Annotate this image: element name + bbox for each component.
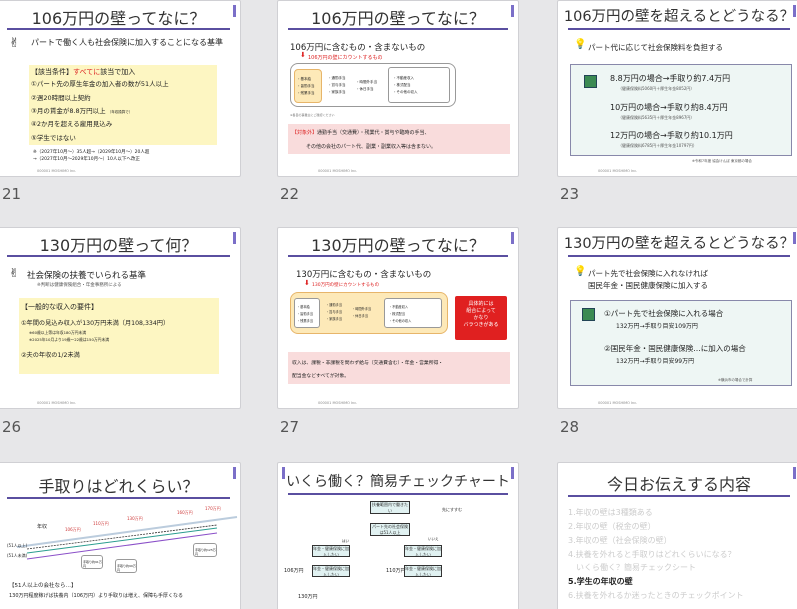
takehome-box: 手取り約91万円	[81, 555, 103, 569]
other-income-box: ・不動産収入 ・株式配当 ・その他の収入	[388, 67, 450, 103]
source-note: ※横浜市の場合で計算	[718, 378, 753, 382]
requirement-item: ②夫の年収の1/2未満	[21, 352, 80, 359]
flow-node: 年金・健康保険に加入したい	[312, 565, 350, 577]
title-underline	[568, 28, 790, 30]
slide-title: 130万円の壁を超えるとどうなる？	[563, 236, 795, 252]
count-label: 106万円の壁にカウントするもの	[308, 55, 383, 61]
slide-title: 手取りはどれくらい？	[38, 477, 199, 496]
lightbulb-icon: 💡	[574, 266, 587, 277]
excluded-text: 【対象外】通勤手当（交通費）・残業代・賞与や臨時の手当、	[292, 130, 430, 136]
excluded-text: その他の会社のパート代、副業・副業収入等は含まない。	[306, 144, 437, 150]
title-underline	[288, 255, 508, 257]
flow-node: 扶養範囲内で働きたい	[370, 501, 410, 514]
small-note: ※各自の事業主にご確認ください	[290, 113, 335, 117]
title-underline	[568, 495, 790, 497]
other-income-box: ・不動産収入 ・株式配当 ・その他の収入	[384, 298, 442, 328]
slide-number: 27	[280, 418, 300, 436]
lightbulb-icon: 💡	[574, 39, 587, 50]
slide-number: 26	[2, 418, 22, 436]
red-arrow-icon: ⬇	[304, 279, 310, 287]
included-items: ・基本給 ・皆勤手当 ・残業手当	[294, 69, 322, 103]
title-underline	[7, 497, 230, 499]
slide-title: 今日お伝えする内容	[606, 475, 751, 494]
requirement-item: ①年間の見込み収入が130万円未満（月108,334円）	[21, 320, 170, 327]
slide-footer: 000001 MOSHIMO Inc.	[318, 401, 358, 405]
slide-thumbnail-22[interactable]: 106万円の壁ってなに？ 106万円に含むもの・含まないもの ⬇ 106万円の壁…	[277, 0, 519, 177]
slide-heading: パート代に応じて社会保険料を負担する	[588, 43, 723, 52]
agenda-item: 1.年収の壁は3種類ある	[568, 508, 653, 517]
series-line	[26, 532, 218, 560]
title-underline	[288, 493, 508, 495]
slide-thumbnail-agenda[interactable]: 今日お伝えする内容 1.年収の壁は3種類ある 2.年収の壁（税金の壁） 3.年収…	[557, 462, 797, 609]
slide-heading-2: 国民年金・国民健康保険に加入する	[588, 281, 708, 290]
slide-title: 106万円の壁ってなに？	[311, 9, 485, 28]
title-underline	[568, 255, 790, 257]
slide-title: 130万円の壁ってなに？	[311, 236, 485, 255]
takehome-box: 手取り約99万円	[115, 559, 137, 573]
condition-item: ①パート先の厚生年金の加入者の数が51人以上	[31, 80, 169, 88]
slide-footer: 000001 MOSHIMO Inc.	[598, 401, 638, 405]
slide-thumbnail-28[interactable]: 130万円の壁を超えるとどうなる？ 💡 パート先で社会保険に入れなければ 国民年…	[557, 227, 797, 409]
slide-number: 23	[560, 185, 580, 203]
conditions-label: 【該当条件】すべてに該当で加入	[31, 68, 136, 76]
calculator-icon	[584, 75, 597, 88]
slide-thumbnail-checkchart[interactable]: いくら働く？簡易チェックチャート 扶養範囲内で働きたい 先にすすむ パート先の社…	[277, 462, 519, 609]
slide-number: 22	[280, 185, 300, 203]
condition-item: ④2か月を超える雇用見込み	[31, 120, 113, 128]
slide-title: 106万円の壁ってなに？	[31, 9, 206, 28]
slide-title: いくら働く？簡易チェックチャート	[286, 474, 510, 490]
varies-warning: 具体的には 組合によって かなり バラつきがある	[455, 296, 507, 340]
slide-heading: 130万円に含むもの・含まないもの	[296, 270, 432, 280]
agenda-item: 2.年収の壁（税金の壁）	[568, 522, 656, 531]
flow-node: 年金・健康保険に加入したい	[312, 545, 350, 557]
foot-note: ※（2027年10月～）35人超→（2029年10月～）20人超	[33, 150, 150, 155]
included-items: ・基本給 ・皆勤手当 ・残業手当	[294, 298, 320, 328]
agenda-item-current: 5.学生の年収の壁	[568, 577, 633, 586]
red-arrow-icon: ⬇	[300, 51, 306, 59]
slide-number: 28	[560, 418, 580, 436]
agenda-item: 3.年収の壁（社会保険の壁）	[568, 536, 672, 545]
count-label: 130万円の壁にカウントするもの	[312, 283, 380, 288]
slide-thumbnail-21[interactable]: 106万円の壁ってなに？ ✌ パートで働く人も社会保険に加入することになる基準 …	[0, 0, 241, 177]
slide-footer: 000001 MOSHIMO Inc.	[598, 169, 638, 173]
slide-footer: 000001 MOSHIMO Inc.	[37, 401, 77, 405]
slide-heading: パートで働く人も社会保険に加入することになる基準	[31, 38, 223, 47]
takehome-box: 手取り約125万円	[193, 543, 217, 557]
slide-thumbnail-23[interactable]: 106万円の壁を超えるとどうなる？ 💡 パート代に応じて社会保険料を負担する 8…	[557, 0, 797, 177]
flow-node: 年金・健康保険に加入したい	[404, 545, 442, 557]
slide-title: 130万円の壁って何？	[39, 236, 198, 255]
condition-item: ②週20時間以上契約	[31, 94, 91, 102]
title-underline	[288, 28, 508, 30]
calculator-icon	[582, 308, 595, 321]
slide-heading: 106万円に含むもの・含まないもの	[290, 43, 426, 53]
slide-thumbnail-takehome[interactable]: 手取りはどれくらい？ 年収 106万円 110万円 130万円 160万円 17…	[0, 462, 241, 609]
agenda-item: 4.扶養を外れると手取りはどれくらいになる？	[568, 550, 736, 559]
hand-icon: ✌	[9, 36, 20, 51]
slide-number: 21	[2, 185, 22, 203]
agenda-item: 6.扶養を外れるか迷ったときのチェックポイント	[568, 591, 744, 600]
condition-item: ⑤学生ではない	[31, 134, 76, 142]
flow-node: パート先の社会保険は51人以上	[370, 523, 410, 536]
agenda-item: いくら働く？簡易チェックシート	[568, 563, 696, 572]
source-note: ※令和7年度 協会けんぽ 東京都の場合	[692, 159, 752, 163]
title-underline	[7, 255, 230, 257]
slide-thumbnail-26[interactable]: 130万円の壁って何？ ✌ 社会保険の扶養でいられる基準 ※判断は健康保険組合・…	[0, 227, 241, 409]
condition-item: ③月の賃金が8.8万円以上 （年収換算で）	[31, 107, 133, 115]
slide-title: 106万円の壁を超えるとどうなる？	[563, 9, 795, 25]
requirements-label: 【一般的な収入の要件】	[21, 303, 98, 311]
slide-thumbnail-27[interactable]: 130万円の壁ってなに？ 130万円に含むもの・含まないもの ⬇ 130万円の壁…	[277, 227, 519, 409]
slide-footer: 000001 MOSHIMO Inc.	[37, 169, 77, 173]
hand-icon: ✌	[9, 266, 20, 280]
title-underline	[7, 28, 230, 30]
income-note-box	[288, 352, 510, 384]
slide-heading: パート先で社会保険に入れなければ	[588, 269, 708, 278]
slide-heading: 社会保険の扶養でいられる基準	[27, 271, 147, 281]
slide-subheading: ※判断は健康保険組合・年金事務所による	[37, 283, 122, 288]
flow-node: 年金・健康保険に加入したい	[404, 565, 442, 577]
slide-footer: 000001 MOSHIMO Inc.	[318, 169, 358, 173]
foot-note: →（2027年10月～2029年10月～）10人以下へ改正	[33, 157, 140, 162]
